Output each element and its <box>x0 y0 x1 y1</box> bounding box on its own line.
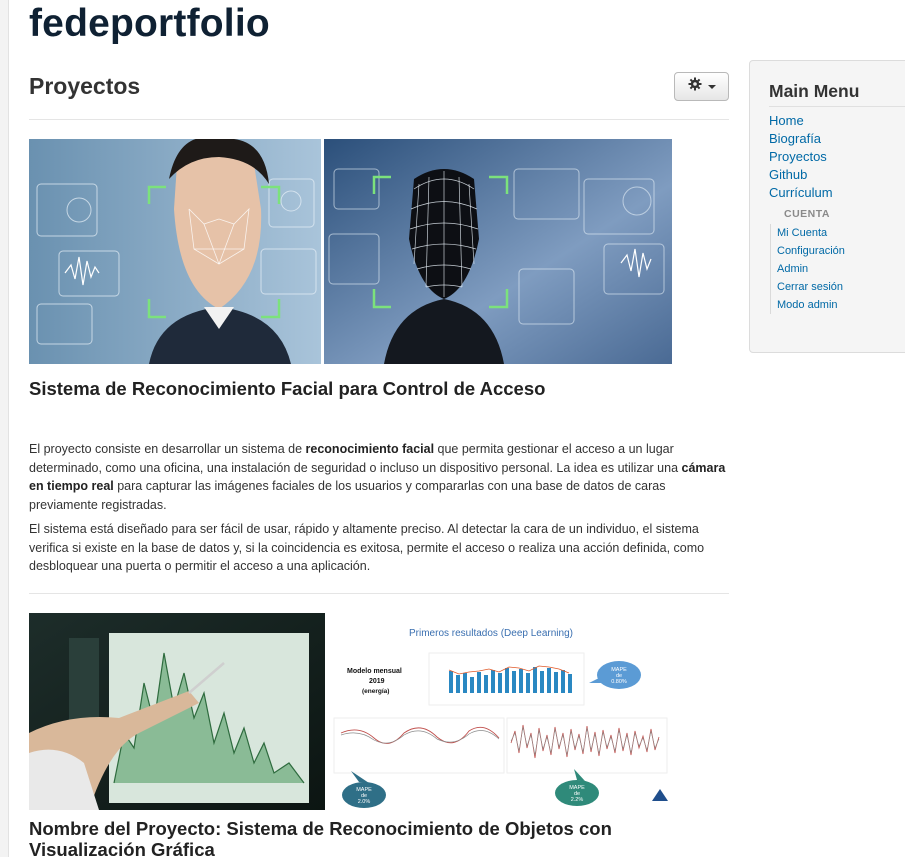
menu-item-proyectos[interactable]: Proyectos <box>769 149 827 164</box>
menu-item-modo-admin[interactable]: Modo admin <box>777 299 838 311</box>
figure-model-year: 2019 <box>369 678 385 685</box>
object-recognition-image: Primeros resultados (Deep Learning) Mode… <box>29 613 672 810</box>
divider <box>769 106 905 107</box>
menu-item-curriculum[interactable]: Currículum <box>769 185 833 200</box>
article-title[interactable]: Nombre del Proyecto: Sistema de Reconoci… <box>29 818 729 860</box>
article-paragraph: El proyecto consiste en desarrollar un s… <box>29 440 729 514</box>
page-title: Proyectos <box>29 73 141 99</box>
divider <box>29 593 729 594</box>
figure-model-label: Modelo mensual <box>347 668 402 675</box>
menu-item-biografia[interactable]: Biografía <box>769 131 821 146</box>
site-name[interactable]: fedeportfolio <box>29 2 270 46</box>
account-section-header: CUENTA <box>784 208 830 220</box>
menu-item-github[interactable]: Github <box>769 167 807 182</box>
main-menu-block: Main Menu Home Biografía Proyectos Githu… <box>749 60 905 353</box>
figure-model-unit: (energía) <box>362 688 389 695</box>
menu-item-home[interactable]: Home <box>769 113 804 128</box>
figure-heading: Primeros resultados (Deep Learning) <box>409 628 573 639</box>
gear-icon <box>688 77 702 96</box>
menu-item-admin[interactable]: Admin <box>777 263 808 275</box>
menu-item-cerrar-sesion[interactable]: Cerrar sesión <box>777 281 843 293</box>
chevron-down-icon <box>707 84 716 89</box>
article-paragraph: El sistema está diseñado para ser fácil … <box>29 522 705 573</box>
paragraph-text: para capturar las imágenes faciales de l… <box>29 479 666 512</box>
left-border <box>0 0 9 857</box>
menu-item-configuracion[interactable]: Configuración <box>777 245 845 257</box>
paragraph-text: El proyecto consiste en desarrollar un s… <box>29 442 306 456</box>
emphasis-text: reconocimiento facial <box>305 442 435 456</box>
account-menu: Mi Cuenta Configuración Admin Cerrar ses… <box>770 224 845 314</box>
mape-value: 2.0% <box>358 799 371 805</box>
face-recognition-image <box>29 139 672 364</box>
divider <box>29 119 729 120</box>
menu-item-mi-cuenta[interactable]: Mi Cuenta <box>777 227 827 239</box>
mape-value: 2.2% <box>571 797 584 803</box>
article-title[interactable]: Sistema de Reconocimiento Facial para Co… <box>29 378 545 399</box>
mape-value: 0.80% <box>611 679 627 685</box>
main-menu: Home Biografía Proyectos Github Currícul… <box>769 112 833 202</box>
configure-button[interactable] <box>674 72 729 101</box>
main-menu-title: Main Menu <box>769 81 860 101</box>
